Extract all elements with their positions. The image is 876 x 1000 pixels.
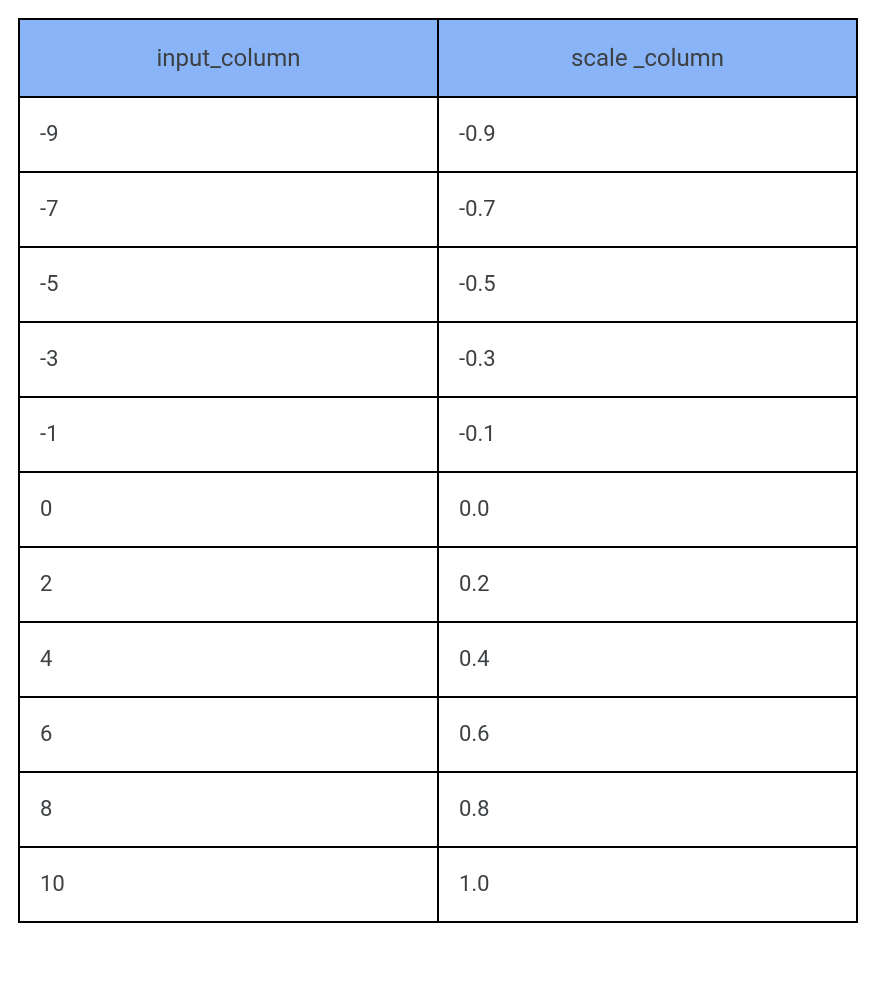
cell-input: -3 <box>19 322 438 397</box>
table-row: -3 -0.3 <box>19 322 857 397</box>
cell-input: 10 <box>19 847 438 922</box>
cell-input: -9 <box>19 97 438 172</box>
data-table: input_column scale _column -9 -0.9 -7 -0… <box>18 18 858 923</box>
table-row: 6 0.6 <box>19 697 857 772</box>
table-row: 10 1.0 <box>19 847 857 922</box>
cell-input: 6 <box>19 697 438 772</box>
table-row: -9 -0.9 <box>19 97 857 172</box>
cell-input: -1 <box>19 397 438 472</box>
table-row: -5 -0.5 <box>19 247 857 322</box>
cell-scale: 1.0 <box>438 847 857 922</box>
cell-scale: -0.3 <box>438 322 857 397</box>
cell-scale: -0.7 <box>438 172 857 247</box>
cell-scale: 0.0 <box>438 472 857 547</box>
cell-input: -5 <box>19 247 438 322</box>
cell-scale: -0.5 <box>438 247 857 322</box>
cell-scale: 0.8 <box>438 772 857 847</box>
cell-input: 2 <box>19 547 438 622</box>
table-header-row: input_column scale _column <box>19 19 857 97</box>
cell-scale: -0.1 <box>438 397 857 472</box>
cell-input: 0 <box>19 472 438 547</box>
table-row: -1 -0.1 <box>19 397 857 472</box>
cell-input: 4 <box>19 622 438 697</box>
column-header-scale: scale _column <box>438 19 857 97</box>
cell-input: 8 <box>19 772 438 847</box>
table-row: 2 0.2 <box>19 547 857 622</box>
table-row: 0 0.0 <box>19 472 857 547</box>
cell-scale: 0.6 <box>438 697 857 772</box>
cell-scale: 0.4 <box>438 622 857 697</box>
table-row: -7 -0.7 <box>19 172 857 247</box>
table-row: 8 0.8 <box>19 772 857 847</box>
cell-input: -7 <box>19 172 438 247</box>
cell-scale: 0.2 <box>438 547 857 622</box>
cell-scale: -0.9 <box>438 97 857 172</box>
column-header-input: input_column <box>19 19 438 97</box>
table-row: 4 0.4 <box>19 622 857 697</box>
